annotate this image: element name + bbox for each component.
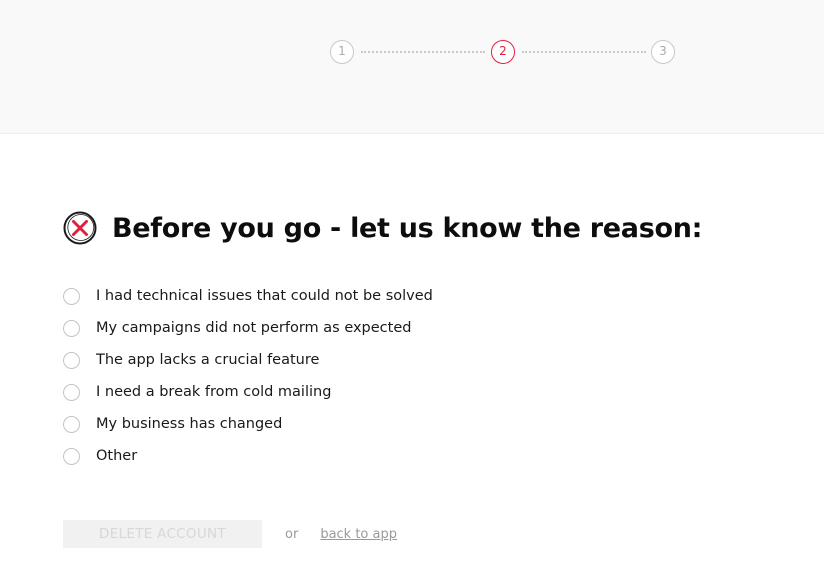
or-separator: or bbox=[285, 526, 299, 542]
reason-label: My campaigns did not perform as expected bbox=[96, 320, 412, 336]
footer-actions: DELETE ACCOUNT or back to app bbox=[63, 520, 397, 548]
reason-option-technical-issues[interactable]: I had technical issues that could not be… bbox=[63, 280, 563, 312]
radio-button[interactable] bbox=[63, 415, 80, 433]
reason-list: I had technical issues that could not be… bbox=[63, 280, 563, 472]
heading-row: Before you go - let us know the reason: bbox=[63, 208, 702, 248]
stepper: 1 2 3 bbox=[330, 40, 676, 64]
delete-account-button[interactable]: DELETE ACCOUNT bbox=[63, 520, 262, 548]
step-2-active: 2 bbox=[491, 40, 515, 64]
step-connector bbox=[522, 51, 646, 53]
reason-label: I had technical issues that could not be… bbox=[96, 288, 433, 304]
progress-header: 1 2 3 bbox=[0, 0, 824, 134]
radio-button[interactable] bbox=[63, 287, 80, 305]
radio-button[interactable] bbox=[63, 351, 80, 369]
radio-button[interactable] bbox=[63, 383, 80, 401]
step-3: 3 bbox=[651, 40, 675, 64]
reason-option-break[interactable]: I need a break from cold mailing bbox=[63, 376, 563, 408]
reason-label: I need a break from cold mailing bbox=[96, 384, 332, 400]
reason-label: The app lacks a crucial feature bbox=[96, 352, 320, 368]
reason-option-other[interactable]: Other bbox=[63, 440, 563, 472]
reason-option-campaigns[interactable]: My campaigns did not perform as expected bbox=[63, 312, 563, 344]
reason-label: Other bbox=[96, 448, 138, 464]
reason-label: My business has changed bbox=[96, 416, 283, 432]
reason-option-missing-feature[interactable]: The app lacks a crucial feature bbox=[63, 344, 563, 376]
page-title: Before you go - let us know the reason: bbox=[112, 212, 703, 244]
close-circle-icon bbox=[63, 211, 97, 245]
reason-option-business-changed[interactable]: My business has changed bbox=[63, 408, 563, 440]
radio-button[interactable] bbox=[63, 447, 80, 465]
step-1: 1 bbox=[330, 40, 354, 64]
back-to-app-link[interactable]: back to app bbox=[320, 527, 397, 542]
radio-button[interactable] bbox=[63, 319, 80, 337]
step-connector bbox=[361, 51, 485, 53]
